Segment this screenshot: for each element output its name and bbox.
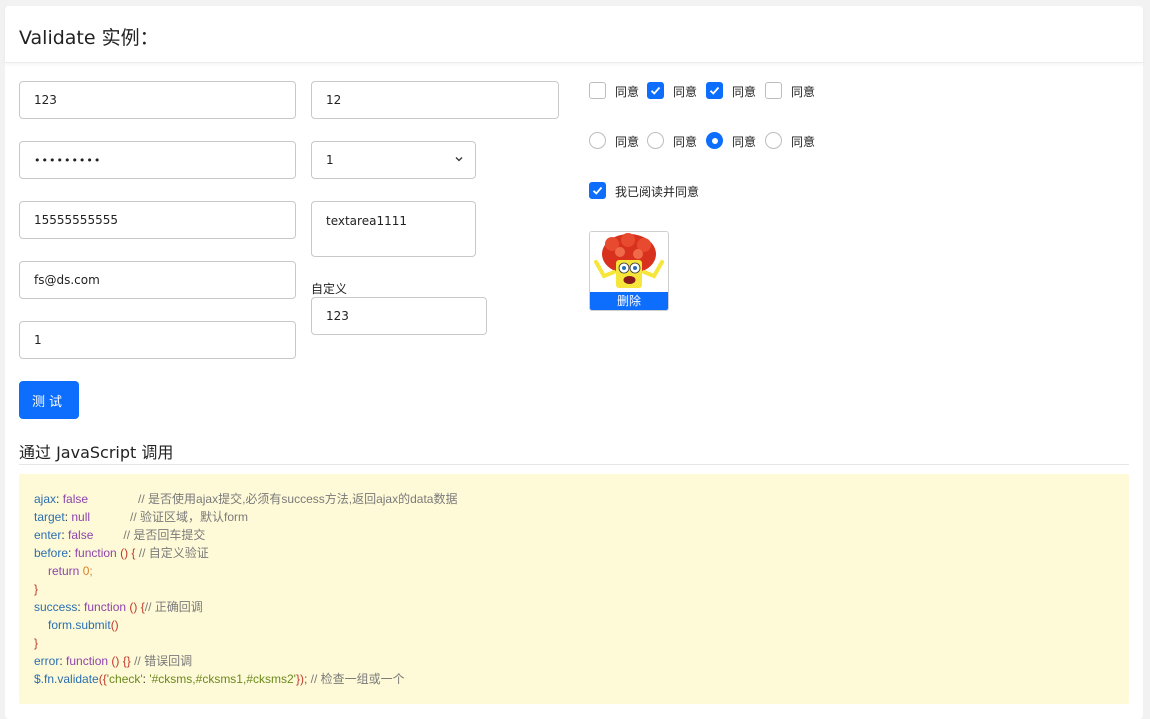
select-value: 1 (326, 153, 334, 167)
code-value: function (66, 654, 109, 668)
code-key: enter (34, 528, 62, 542)
code-paren: () (116, 546, 129, 560)
code-value: false (68, 528, 94, 542)
code-brace: {} (119, 654, 131, 668)
agree-checkbox-2[interactable] (647, 82, 664, 99)
code-line: enter: false// 是否回车提交 (34, 526, 1114, 544)
code-line: } (34, 634, 1114, 652)
terms-checkbox[interactable] (589, 182, 606, 199)
email-input[interactable]: fs@ds.com (19, 261, 296, 299)
code-key: before (34, 546, 69, 560)
code-value: false (62, 492, 89, 506)
checkbox-label: 同意 (791, 85, 816, 99)
code-comment: // 验证区域，默认form (130, 510, 249, 524)
code-paren: () (126, 600, 138, 614)
radio-label: 同意 (673, 135, 698, 149)
code-line: success: function () {// 正确回调 (34, 598, 1114, 616)
code-key: success (34, 600, 78, 614)
code-line: target: null// 验证区域，默认form (34, 508, 1114, 526)
section-title: 通过 JavaScript 调用 (19, 443, 174, 462)
number-input[interactable]: 1 (19, 321, 296, 359)
radio-label: 同意 (791, 135, 816, 149)
agree-radio-4[interactable] (765, 132, 782, 149)
short-input[interactable]: 12 (311, 81, 559, 119)
code-paren: }); (295, 672, 308, 686)
phone-input[interactable]: 15555555555 (19, 201, 296, 239)
code-call: $.fn.validate (34, 672, 99, 686)
code-keyword: return (48, 564, 80, 578)
agree-radio-2[interactable] (647, 132, 664, 149)
checkbox-label: 同意 (732, 85, 757, 99)
code-paren: () (110, 618, 119, 632)
code-brace: } (34, 636, 39, 650)
page-title: Validate 实例： (19, 27, 159, 49)
checkbox-label: 同意 (615, 85, 640, 99)
code-value: null (71, 510, 91, 524)
code-key: ajax (34, 492, 57, 506)
code-block: ajax: false // 是否使用ajax提交,必须有success方法,返回… (19, 474, 1129, 704)
code-paren: () (108, 654, 120, 668)
code-key: target (34, 510, 65, 524)
code-comment: // 自定义验证 (135, 546, 209, 560)
code-key: error (34, 654, 60, 668)
code-comment: // 检查一组或一个 (307, 672, 405, 686)
code-string: '#cksms,#cksms1,#cksms2' (149, 672, 296, 686)
upload-thumbnail: 删除 (589, 231, 669, 311)
section-divider (19, 464, 1129, 465)
password-input[interactable]: ••••••••• (19, 141, 296, 179)
code-value: function (74, 546, 117, 560)
code-value: function (84, 600, 127, 614)
code-brace: { (137, 600, 145, 614)
agree-radio-1[interactable] (589, 132, 606, 149)
test-submit-button[interactable]: 测试 (19, 381, 79, 419)
code-line: error: function () {} // 错误回调 (34, 652, 1114, 670)
code-number: 0 (79, 564, 90, 578)
code-line: before: function () { // 自定义验证 (34, 544, 1114, 562)
check-icon (709, 86, 720, 95)
code-sep: : (56, 492, 63, 506)
custom-input[interactable]: 123 (311, 297, 487, 335)
number-select[interactable]: 1 (311, 141, 476, 179)
code-string: 'check' (106, 672, 143, 686)
text-input[interactable]: 123 (19, 81, 296, 119)
radio-label: 同意 (615, 135, 640, 149)
delete-image-button[interactable]: 删除 (590, 292, 668, 310)
code-comment: // 是否使用ajax提交,必须有success方法,返回ajax的data数据 (138, 492, 458, 506)
code-sep: ; (89, 564, 93, 578)
checkbox-label: 同意 (673, 85, 698, 99)
code-brace: } (34, 582, 39, 596)
check-icon (592, 186, 603, 195)
agree-checkbox-4[interactable] (765, 82, 782, 99)
code-line: form.submit() (34, 616, 1114, 634)
code-line: } (34, 580, 1114, 598)
radio-label: 同意 (732, 135, 757, 149)
custom-label: 自定义 (311, 282, 348, 296)
validate-card: Validate 实例： 123 ••••••••• 15555555555 f… (5, 6, 1143, 719)
code-comment: // 是否回车提交 (123, 528, 206, 542)
code-comment: // 错误回调 (130, 654, 193, 668)
chevron-down-icon (455, 157, 463, 162)
code-comment: // 正确回调 (144, 600, 203, 614)
code-sep: : (68, 546, 75, 560)
check-icon (650, 86, 661, 95)
agree-checkbox-3[interactable] (706, 82, 723, 99)
code-sep: : (59, 654, 67, 668)
code-line: ajax: false // 是否使用ajax提交,必须有success方法,返回… (34, 490, 1114, 508)
card-header: Validate 实例： (5, 6, 1143, 63)
agree-checkbox-1[interactable] (589, 82, 606, 99)
agree-radio-3[interactable] (706, 132, 723, 149)
code-paren: ({ (98, 672, 107, 686)
textarea-field[interactable]: textarea1111 (311, 201, 476, 257)
terms-label: 我已阅读并同意 (615, 185, 700, 199)
code-call: form.submit (48, 618, 111, 632)
cartoon-avatar-image (590, 232, 668, 292)
code-line: return 0; (34, 562, 1114, 580)
code-line: $.fn.validate({'check': '#cksms,#cksms1,… (34, 670, 1114, 688)
